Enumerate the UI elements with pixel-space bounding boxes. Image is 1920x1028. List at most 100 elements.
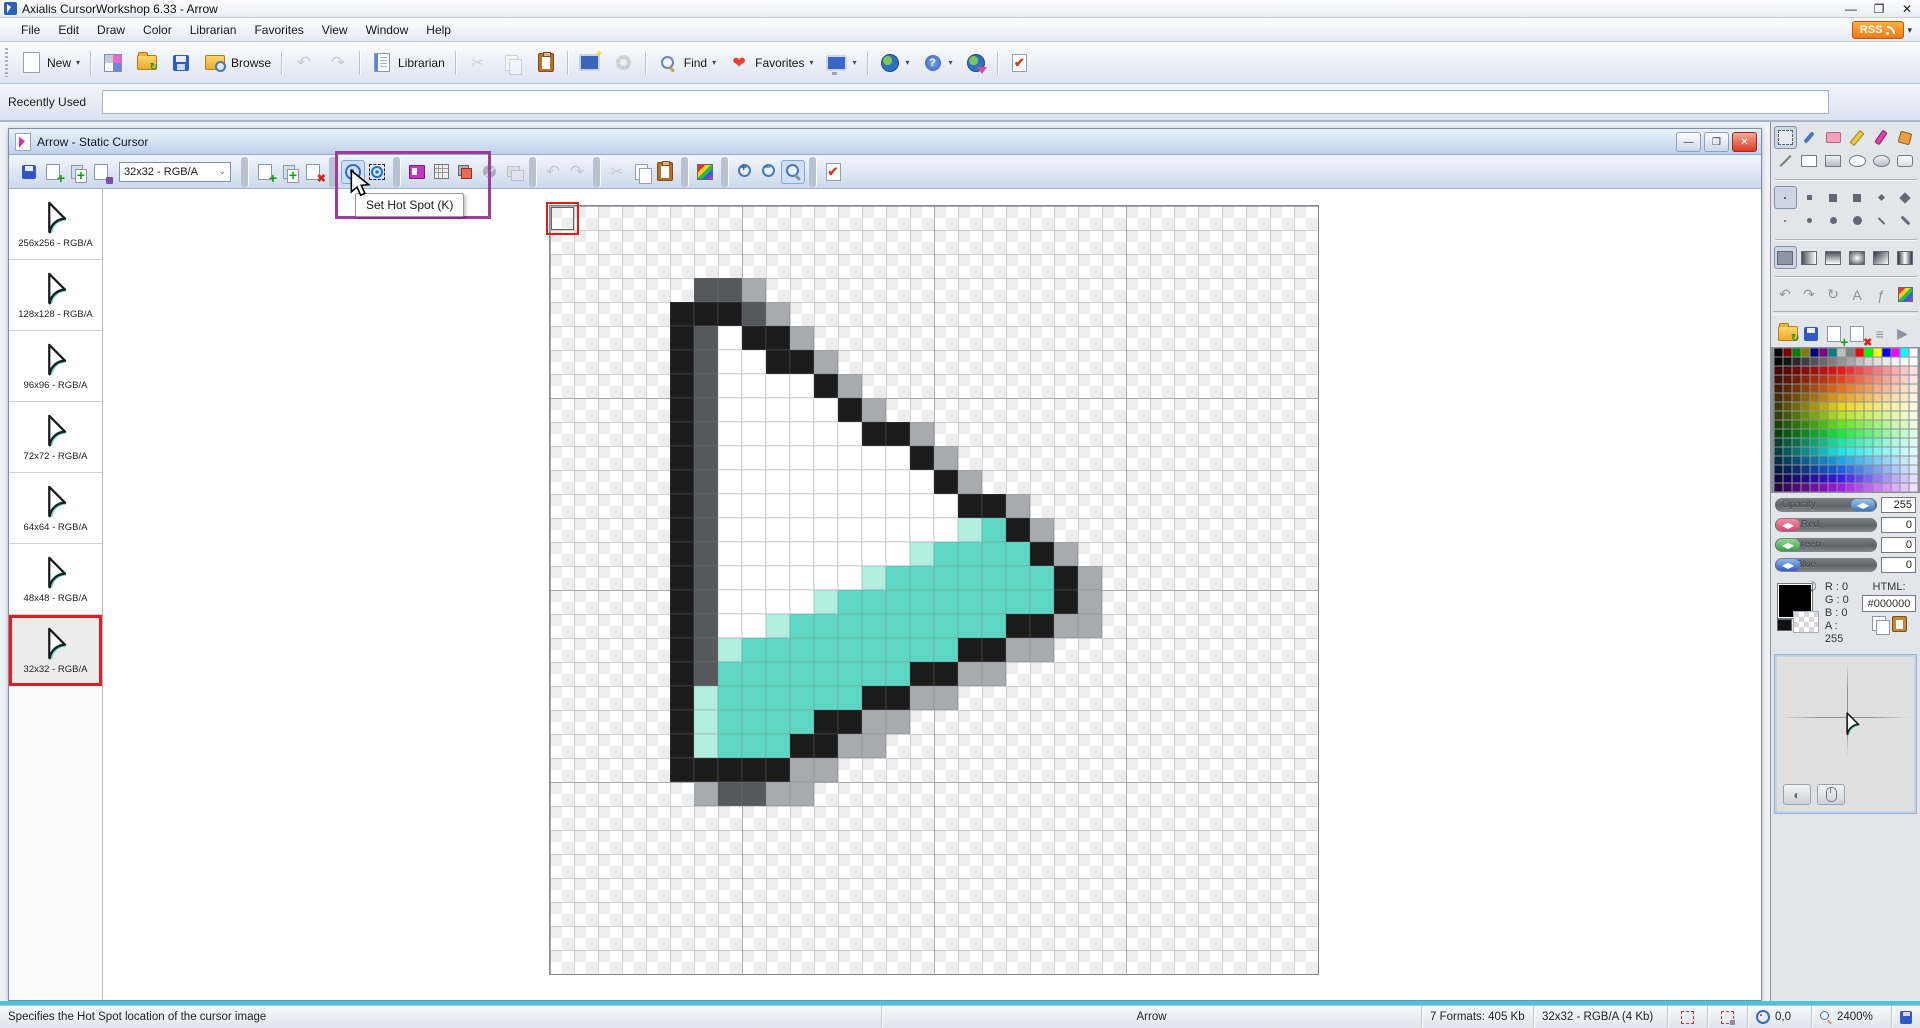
html-color-field[interactable]: #000000 [1862, 595, 1916, 612]
palette-delete-button[interactable] [1845, 322, 1868, 345]
palette-color-cell[interactable] [1855, 411, 1864, 420]
pixel-cell[interactable] [670, 566, 694, 590]
pixel-cell[interactable] [670, 302, 694, 326]
pixel-cell[interactable] [886, 446, 910, 470]
pixel-cell[interactable] [766, 350, 790, 374]
pixel-cell[interactable] [838, 374, 862, 398]
palette-color-cell[interactable] [1774, 411, 1783, 420]
pixel-cell[interactable] [958, 494, 982, 518]
pixel-cell[interactable] [814, 758, 838, 782]
cut-button[interactable]: ▾ [461, 48, 495, 78]
pixel-cell[interactable] [910, 686, 934, 710]
pixel-cell[interactable] [1030, 590, 1054, 614]
pixel-cell[interactable] [814, 638, 838, 662]
palette-color-cell[interactable] [1882, 456, 1891, 465]
pixel-cell[interactable] [766, 590, 790, 614]
palette-color-cell[interactable] [1792, 366, 1801, 375]
doc-close-button[interactable]: ✕ [1732, 132, 1757, 152]
pixel-cell[interactable] [766, 710, 790, 734]
palette-color-cell[interactable] [1873, 393, 1882, 402]
palette-color-cell[interactable] [1837, 366, 1846, 375]
pixel-cell[interactable] [934, 590, 958, 614]
save-button[interactable]: ▾ [164, 48, 198, 78]
red-slider[interactable]: Red ◀▶ [1775, 518, 1877, 532]
palette-color-cell[interactable] [1810, 357, 1819, 366]
palette-color-cell[interactable] [1846, 483, 1855, 492]
palette-color-cell[interactable] [1783, 348, 1792, 357]
set-hotspot-button[interactable] [341, 160, 365, 184]
pixel-cell[interactable] [670, 422, 694, 446]
palette-color-cell[interactable] [1855, 429, 1864, 438]
palette-color-cell[interactable] [1792, 348, 1801, 357]
pixel-cell[interactable] [742, 662, 766, 686]
palette-color-cell[interactable] [1855, 483, 1864, 492]
palette-color-cell[interactable] [1792, 447, 1801, 456]
pixel-cell[interactable] [670, 326, 694, 350]
pixel-cell[interactable] [838, 638, 862, 662]
palette-color-cell[interactable] [1864, 366, 1873, 375]
palette-color-cell[interactable] [1801, 420, 1810, 429]
copy-color-icon[interactable] [1872, 616, 1886, 631]
palette-color-cell[interactable] [1837, 456, 1846, 465]
eraser-tool[interactable] [1822, 126, 1845, 149]
palette-color-cell[interactable] [1864, 375, 1873, 384]
palette-color-cell[interactable] [1909, 375, 1918, 384]
pixel-cell[interactable] [1054, 566, 1078, 590]
pixel-cell[interactable] [766, 638, 790, 662]
pixel-cell[interactable] [718, 470, 742, 494]
palette-color-cell[interactable] [1864, 402, 1873, 411]
brush-shape-diamond-large[interactable] [1894, 186, 1917, 209]
pixel-cell[interactable] [982, 566, 1006, 590]
palette-color-cell[interactable] [1900, 429, 1909, 438]
doc-cut-button[interactable] [605, 160, 629, 184]
palette-color-cell[interactable] [1774, 402, 1783, 411]
pixel-cell[interactable] [694, 710, 718, 734]
pixel-cell[interactable] [982, 662, 1006, 686]
palette-list-button[interactable]: ≡ [1868, 322, 1891, 345]
format-item-48[interactable]: 48x48 - RGB/A [9, 544, 102, 615]
blue-value[interactable]: 0 [1881, 557, 1916, 573]
pixel-cell[interactable] [1006, 638, 1030, 662]
pixel-cell[interactable] [862, 398, 886, 422]
palette-color-cell[interactable] [1864, 384, 1873, 393]
pixel-cell[interactable] [766, 326, 790, 350]
pixel-cell[interactable] [838, 422, 862, 446]
palette-color-cell[interactable] [1909, 357, 1918, 366]
format-item-128[interactable]: 128x128 - RGB/A [9, 260, 102, 331]
pixel-cell[interactable] [814, 470, 838, 494]
palette-color-cell[interactable] [1846, 420, 1855, 429]
pixel-cell[interactable] [886, 542, 910, 566]
palette-color-cell[interactable] [1828, 375, 1837, 384]
pixel-cell[interactable] [862, 590, 886, 614]
palette-color-cell[interactable] [1801, 357, 1810, 366]
palette-color-cell[interactable] [1837, 438, 1846, 447]
pixel-cell[interactable] [694, 518, 718, 542]
palette-color-cell[interactable] [1900, 411, 1909, 420]
pixel-cell[interactable] [742, 302, 766, 326]
pixel-cell[interactable] [694, 782, 718, 806]
pixel-cell[interactable] [814, 494, 838, 518]
pixel-cell[interactable] [718, 398, 742, 422]
pixel-cell[interactable] [670, 470, 694, 494]
palette-color-cell[interactable] [1828, 384, 1837, 393]
palette-color-cell[interactable] [1882, 411, 1891, 420]
line-tool[interactable] [1774, 149, 1797, 172]
pixel-cell[interactable] [670, 494, 694, 518]
pixel-cell[interactable] [814, 686, 838, 710]
palette-color-cell[interactable] [1801, 411, 1810, 420]
hotspot-marker[interactable] [546, 202, 579, 235]
palette-color-cell[interactable] [1846, 474, 1855, 483]
pixel-cell[interactable] [862, 542, 886, 566]
pixel-cell[interactable] [910, 590, 934, 614]
brush-shape-circle-large[interactable] [1846, 209, 1869, 232]
palette-color-cell[interactable] [1837, 411, 1846, 420]
palette-color-cell[interactable] [1882, 447, 1891, 456]
pixel-cell[interactable] [670, 518, 694, 542]
fill-style-gradient-vertical[interactable] [1822, 246, 1845, 269]
pixel-cell[interactable] [910, 494, 934, 518]
export-image-button[interactable] [89, 160, 113, 184]
palette-color-cell[interactable] [1900, 438, 1909, 447]
format-combobox[interactable]: 32x32 - RGB/A ⌄ [119, 162, 231, 182]
pixel-cell[interactable] [694, 398, 718, 422]
palette-color-cell[interactable] [1810, 348, 1819, 357]
